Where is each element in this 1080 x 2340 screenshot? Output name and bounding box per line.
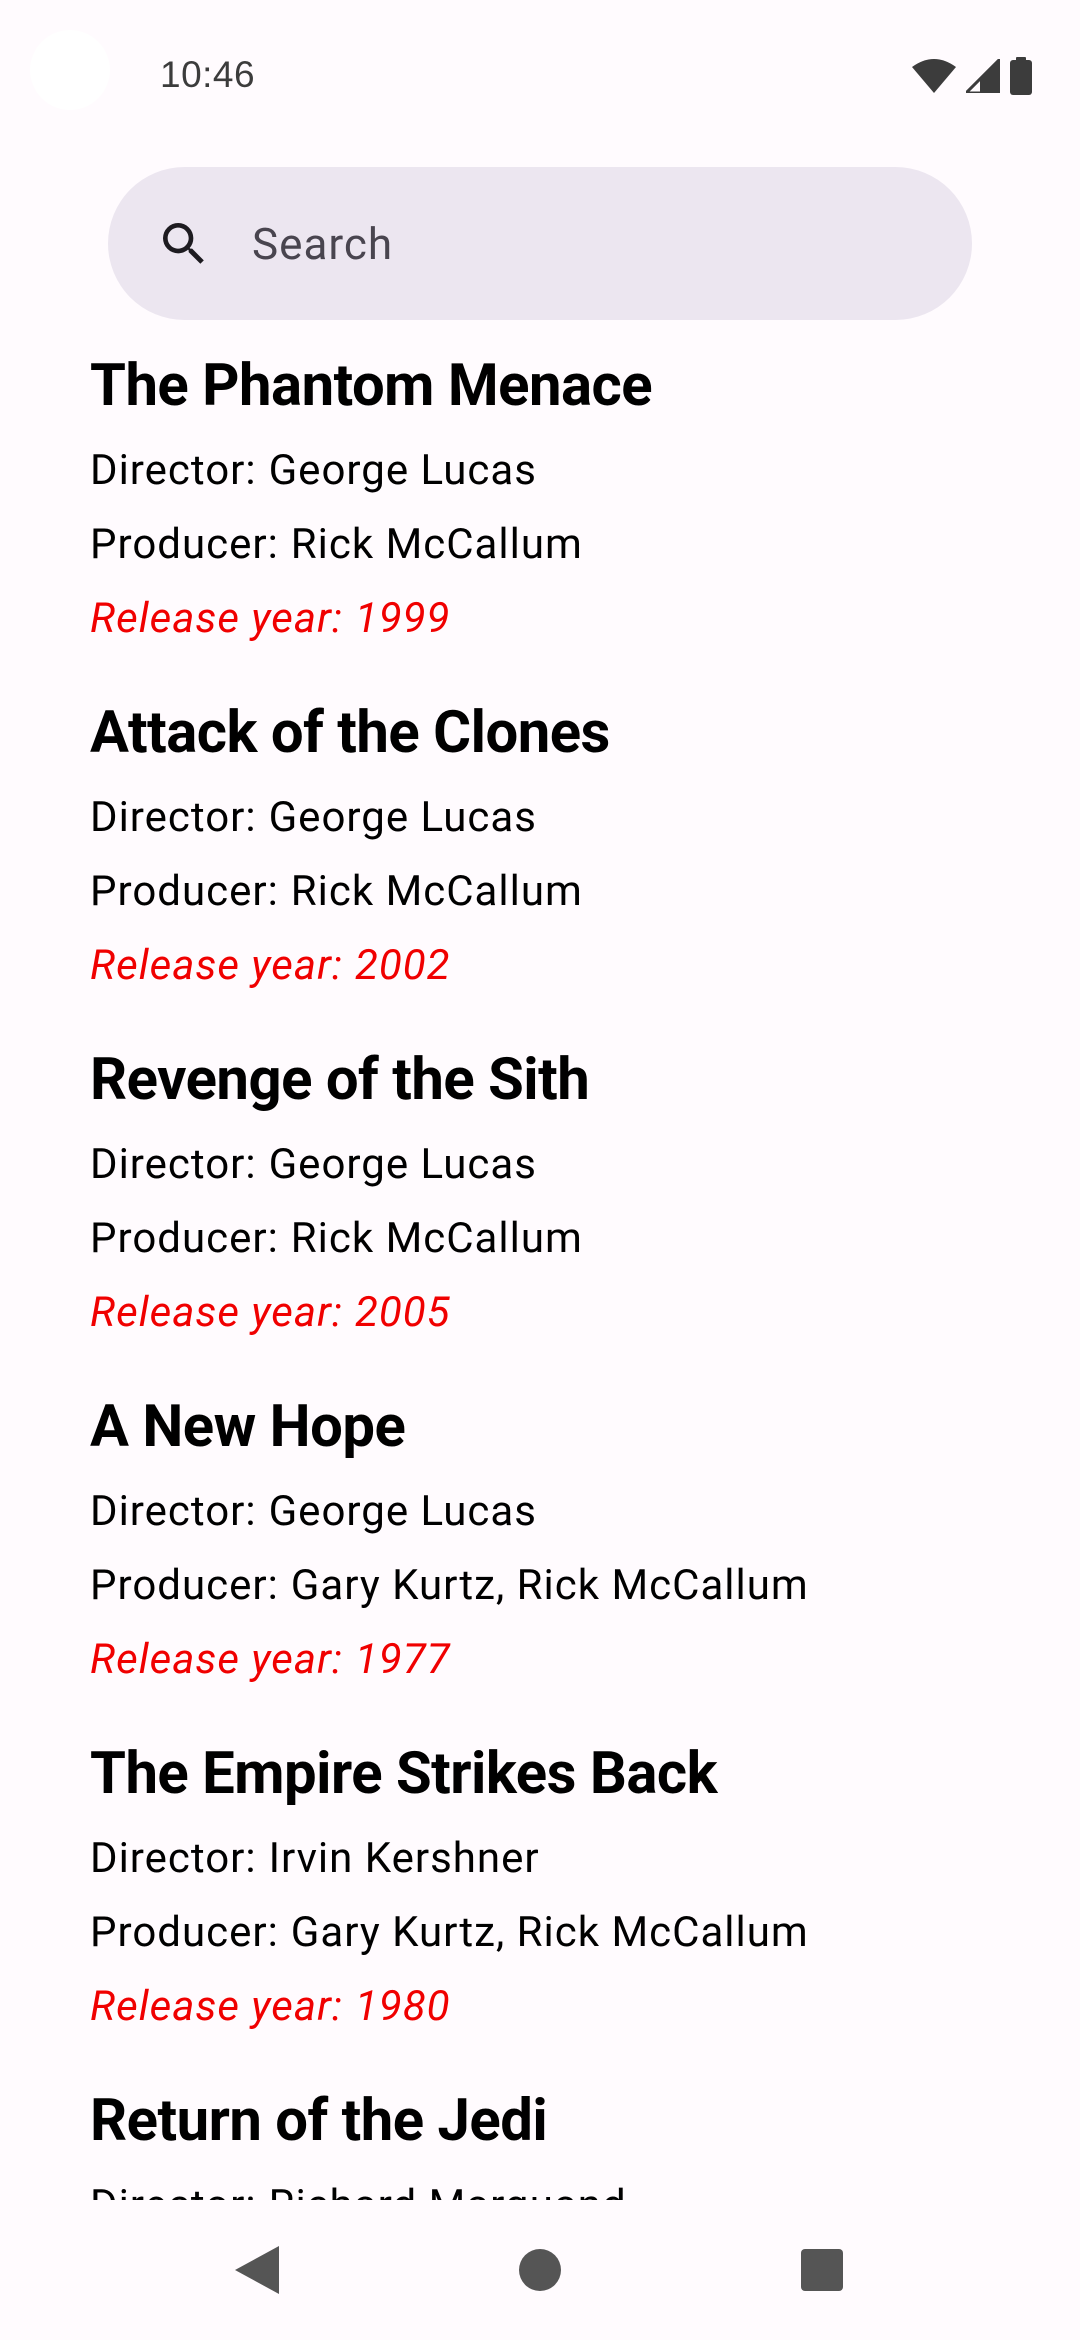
movie-director: Director: Richard Marquand bbox=[90, 2169, 1030, 2200]
back-button[interactable] bbox=[212, 2225, 302, 2315]
back-triangle-icon bbox=[235, 2246, 279, 2294]
battery-icon bbox=[1010, 57, 1032, 95]
movie-title: A New Hope bbox=[90, 1393, 406, 1461]
movie-director: Director: George Lucas bbox=[90, 1128, 1030, 1202]
movie-release-year: Release year: 1977 bbox=[90, 1623, 1030, 1697]
movie-title: Return of the Jedi bbox=[90, 2087, 548, 2155]
status-time: 10:46 bbox=[160, 54, 256, 95]
producer-label: Producer: bbox=[90, 520, 279, 569]
producer-value: Gary Kurtz, Rick McCallum bbox=[290, 1561, 809, 1610]
director-value: George Lucas bbox=[268, 793, 537, 842]
director-label: Director: bbox=[90, 1487, 257, 1536]
producer-label: Producer: bbox=[90, 1908, 279, 1957]
director-value: Richard Marquand bbox=[269, 2181, 627, 2200]
movie-title: Revenge of the Sith bbox=[90, 1046, 590, 1114]
recents-button[interactable] bbox=[777, 2225, 867, 2315]
movie-producer: Producer: Rick McCallum bbox=[90, 855, 1030, 929]
movie-release-year: Release year: 2002 bbox=[90, 929, 1030, 1003]
navigation-bar bbox=[0, 2200, 1080, 2340]
release-year-value: 1999 bbox=[354, 594, 451, 643]
movie-item[interactable]: A New Hope Director: George Lucas Produce… bbox=[90, 1379, 1030, 1726]
movie-release-year: Release year: 1999 bbox=[90, 582, 1030, 656]
movie-director: Director: George Lucas bbox=[90, 434, 1030, 508]
home-button[interactable] bbox=[495, 2225, 585, 2315]
director-label: Director: bbox=[90, 1140, 257, 1189]
movie-title: The Empire Strikes Back bbox=[90, 1740, 718, 1808]
director-label: Director: bbox=[90, 2181, 257, 2200]
recents-square-icon bbox=[801, 2249, 843, 2291]
director-label: Director: bbox=[90, 446, 257, 495]
wifi-icon bbox=[912, 59, 956, 93]
producer-label: Producer: bbox=[90, 867, 279, 916]
movie-director: Director: Irvin Kershner bbox=[90, 1822, 1030, 1896]
movie-list[interactable]: The Phantom Menace Director: George Lucas… bbox=[90, 338, 1030, 2200]
director-value: George Lucas bbox=[268, 1487, 537, 1536]
movie-item[interactable]: Attack of the Clones Director: George Luc… bbox=[90, 685, 1030, 1032]
movie-release-year: Release year: 1980 bbox=[90, 1970, 1030, 2044]
status-bar: 10:46 bbox=[0, 0, 1080, 150]
director-value: George Lucas bbox=[268, 1140, 537, 1189]
status-icons bbox=[912, 56, 1032, 96]
movie-item[interactable]: The Phantom Menace Director: George Lucas… bbox=[90, 338, 1030, 685]
release-year-label: Release year: bbox=[90, 1288, 343, 1337]
director-value: Irvin Kershner bbox=[268, 1834, 540, 1883]
producer-value: Rick McCallum bbox=[290, 1214, 583, 1263]
release-year-label: Release year: bbox=[90, 941, 343, 990]
search-bar[interactable] bbox=[108, 167, 972, 320]
movie-director: Director: George Lucas bbox=[90, 781, 1030, 855]
release-year-label: Release year: bbox=[90, 1635, 343, 1684]
release-year-label: Release year: bbox=[90, 1982, 343, 2031]
producer-label: Producer: bbox=[90, 1561, 279, 1610]
search-input[interactable] bbox=[252, 208, 892, 279]
movie-producer: Producer: Gary Kurtz, Rick McCallum bbox=[90, 1549, 1030, 1623]
camera-cutout bbox=[30, 30, 110, 110]
movie-director: Director: George Lucas bbox=[90, 1475, 1030, 1549]
release-year-value: 2005 bbox=[354, 1288, 451, 1337]
movie-item[interactable]: The Empire Strikes Back Director: Irvin K… bbox=[90, 1726, 1030, 2073]
movie-producer: Producer: Rick McCallum bbox=[90, 508, 1030, 582]
release-year-label: Release year: bbox=[90, 594, 343, 643]
release-year-value: 2002 bbox=[354, 941, 451, 990]
movie-item[interactable]: Revenge of the Sith Director: George Luca… bbox=[90, 1032, 1030, 1379]
home-circle-icon bbox=[519, 2249, 561, 2291]
movie-release-year: Release year: 2005 bbox=[90, 1276, 1030, 1350]
director-label: Director: bbox=[90, 793, 257, 842]
producer-label: Producer: bbox=[90, 1214, 279, 1263]
release-year-value: 1977 bbox=[354, 1635, 451, 1684]
movie-producer: Producer: Rick McCallum bbox=[90, 1202, 1030, 1276]
movie-producer: Producer: Gary Kurtz, Rick McCallum bbox=[90, 1896, 1030, 1970]
director-label: Director: bbox=[90, 1834, 257, 1883]
cellular-signal-icon bbox=[966, 59, 1000, 93]
director-value: George Lucas bbox=[268, 446, 537, 495]
producer-value: Rick McCallum bbox=[290, 867, 583, 916]
movie-item[interactable]: Return of the Jedi Director: Richard Marq… bbox=[90, 2073, 1030, 2200]
search-icon bbox=[163, 222, 204, 264]
producer-value: Gary Kurtz, Rick McCallum bbox=[290, 1908, 809, 1957]
release-year-value: 1980 bbox=[354, 1982, 451, 2031]
movie-title: The Phantom Menace bbox=[90, 352, 653, 420]
movie-title: Attack of the Clones bbox=[90, 699, 610, 767]
producer-value: Rick McCallum bbox=[290, 520, 583, 569]
